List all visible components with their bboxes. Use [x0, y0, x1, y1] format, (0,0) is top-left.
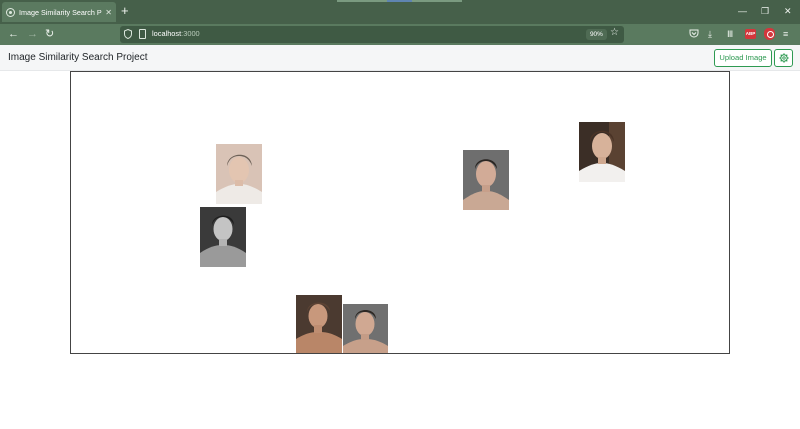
plus-icon[interactable]: + [121, 4, 129, 18]
gear-icon [779, 53, 789, 63]
menu-icon[interactable]: ≡ [783, 28, 788, 40]
library-icon[interactable]: Ⅲ [727, 28, 733, 40]
react-icon [6, 7, 15, 17]
image-thumbnail-5[interactable] [296, 295, 342, 353]
image-thumbnail-1[interactable] [216, 144, 262, 204]
image-embedding-canvas[interactable] [70, 71, 730, 354]
reload-icon[interactable]: ↻ [45, 27, 54, 41]
minimize-icon[interactable]: — [738, 6, 747, 16]
image-thumbnail-6[interactable] [343, 304, 388, 353]
tab-strip-highlight-2 [412, 0, 462, 2]
browser-toolbar: ← → ↻ localhost:3000 90% ☆ ⤓ Ⅲ ≡ [0, 24, 800, 45]
browser-tab-strip: Image Similarity Search Project ✕ + — ❐ … [0, 0, 800, 24]
star-icon[interactable]: ☆ [610, 27, 619, 38]
ublock-icon[interactable] [764, 28, 775, 40]
page-icon [139, 29, 146, 39]
close-icon[interactable]: ✕ [105, 8, 112, 17]
adblock-plus-icon[interactable]: ABP [745, 29, 756, 39]
settings-button[interactable] [774, 49, 793, 67]
tab-title: Image Similarity Search Project [19, 7, 102, 17]
close-icon[interactable]: ✕ [784, 6, 792, 16]
download-icon[interactable]: ⤓ [708, 28, 712, 40]
arrow-right-icon[interactable]: → [27, 27, 38, 41]
shield-icon[interactable] [124, 29, 132, 39]
app-header: Image Similarity Search Project Upload I… [0, 45, 800, 71]
image-thumbnail-3[interactable] [463, 150, 509, 210]
arrow-left-icon[interactable]: ← [8, 27, 19, 41]
image-thumbnail-2[interactable] [200, 207, 246, 267]
browser-tab[interactable]: Image Similarity Search Project ✕ [2, 2, 116, 22]
upload-image-button[interactable]: Upload Image [714, 49, 772, 67]
address-bar[interactable]: localhost:3000 90% ☆ [120, 26, 624, 43]
page-title: Image Similarity Search Project [8, 52, 148, 63]
image-thumbnail-4[interactable] [579, 122, 625, 182]
url-text[interactable]: localhost:3000 [152, 29, 200, 38]
tab-strip-highlight [337, 0, 387, 2]
tab-strip-highlight-accent [387, 0, 412, 2]
zoom-level-badge[interactable]: 90% [586, 29, 607, 40]
restore-icon[interactable]: ❐ [761, 6, 769, 16]
pocket-icon[interactable] [689, 28, 699, 38]
